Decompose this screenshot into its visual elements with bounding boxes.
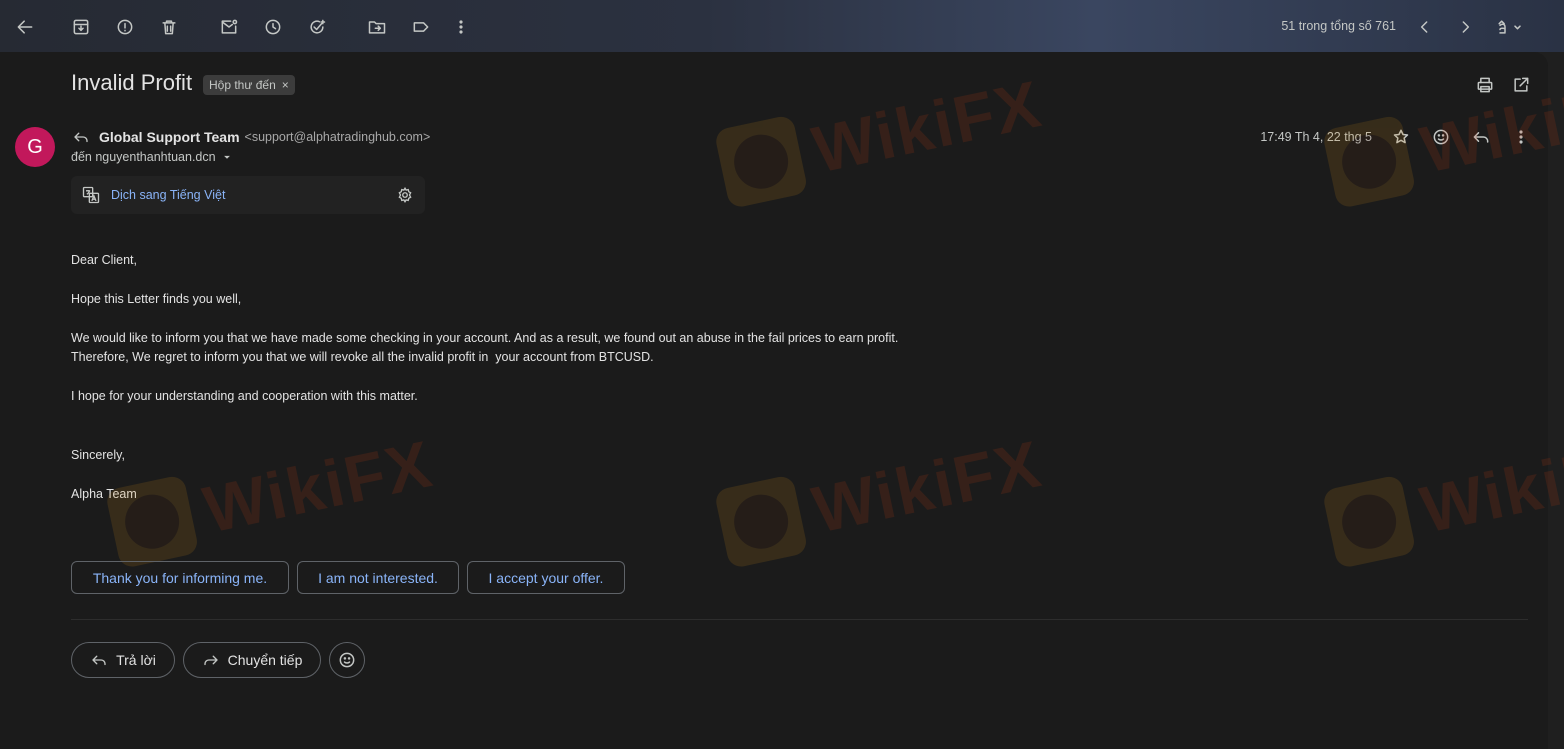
pager-count: 51 trong tổng số 761: [1281, 19, 1396, 33]
reply-icon: [1473, 132, 1489, 143]
labels-button[interactable]: [407, 13, 435, 41]
report-spam-button[interactable]: [111, 13, 139, 41]
more-button[interactable]: [447, 13, 475, 41]
archive-icon: [73, 19, 89, 35]
chevron-left-icon: [1420, 21, 1428, 33]
snooze-button[interactable]: [259, 13, 287, 41]
translate-bar: Dịch sang Tiếng Việt: [71, 176, 425, 214]
add-reaction-button[interactable]: [1427, 123, 1455, 151]
delete-button[interactable]: [155, 13, 183, 41]
alert-icon: [117, 19, 133, 35]
arrow-left-icon: [17, 20, 33, 34]
divider: [71, 619, 1528, 620]
body-line-2b: Therefore, We regret to inform you that …: [71, 350, 654, 364]
star-button[interactable]: [1387, 123, 1415, 151]
smart-reply-thanks[interactable]: Thank you for informing me.: [71, 561, 289, 594]
recipient-row[interactable]: đến nguyenthanhtuan.dcn: [71, 150, 234, 164]
more-vert-icon: [1519, 130, 1523, 144]
open-in-new-icon: [1514, 77, 1529, 92]
message-more-button[interactable]: [1507, 123, 1535, 151]
label-icon: [413, 22, 429, 32]
add-task-button[interactable]: [303, 13, 331, 41]
reply-label: Trả lời: [116, 652, 156, 668]
smart-reply-not-interested[interactable]: I am not interested.: [297, 561, 459, 594]
trash-icon: [162, 20, 176, 35]
email-subject: Invalid Profit: [71, 70, 193, 95]
label-chip-text: Hộp thư đến: [209, 78, 276, 92]
folder-move-icon: [368, 21, 386, 34]
emoji-icon: [339, 652, 355, 668]
emoji-reaction-button[interactable]: [329, 642, 365, 678]
sender-avatar[interactable]: G: [15, 127, 55, 167]
move-to-button[interactable]: [363, 13, 391, 41]
forward-action-button[interactable]: Chuyển tiếp: [183, 642, 321, 678]
newer-button[interactable]: [1411, 13, 1439, 41]
inbox-label-chip[interactable]: Hộp thư đến ×: [203, 75, 295, 95]
star-icon: [1393, 129, 1409, 144]
body-line-3: I hope for your understanding and cooper…: [71, 389, 418, 403]
input-tools-button[interactable]: [1490, 13, 1530, 41]
forward-label: Chuyển tiếp: [227, 652, 303, 668]
body-greeting: Dear Client,: [71, 253, 137, 267]
open-new-window-button[interactable]: [1507, 71, 1535, 99]
mail-unread-icon: [221, 19, 238, 34]
mark-unread-button[interactable]: [215, 13, 243, 41]
reply-button[interactable]: [1467, 123, 1495, 151]
sender-name[interactable]: Global Support Team: [99, 129, 240, 145]
clock-icon: [265, 19, 281, 35]
remove-label-icon[interactable]: ×: [282, 78, 289, 92]
input-tools-icon: [1498, 20, 1521, 34]
back-button[interactable]: [11, 13, 39, 41]
caret-down-icon[interactable]: [220, 150, 234, 164]
body-line-1: Hope this Letter finds you well,: [71, 292, 242, 306]
gear-icon[interactable]: [396, 186, 414, 204]
scrollbar[interactable]: [1548, 52, 1564, 749]
chevron-right-icon: [1462, 21, 1470, 33]
more-vert-icon: [459, 20, 463, 34]
body-closing: Sincerely,: [71, 448, 125, 462]
translate-link[interactable]: Dịch sang Tiếng Việt: [111, 188, 225, 202]
forward-icon: [203, 655, 218, 666]
body-signature: Alpha Team: [71, 487, 137, 501]
print-button[interactable]: [1471, 71, 1499, 99]
email-date: 17:49 Th 4, 22 thg 5: [1260, 130, 1372, 144]
translate-icon: [82, 186, 100, 204]
print-icon: [1477, 77, 1493, 93]
smart-reply-accept[interactable]: I accept your offer.: [467, 561, 625, 594]
archive-button[interactable]: [67, 13, 95, 41]
emoji-icon: [1433, 129, 1449, 145]
recipient-text: đến nguyenthanhtuan.dcn: [71, 150, 216, 164]
older-button[interactable]: [1451, 13, 1479, 41]
body-line-2a: We would like to inform you that we have…: [71, 331, 899, 345]
reply-action-button[interactable]: Trả lời: [71, 642, 175, 678]
reply-icon: [92, 655, 106, 666]
task-add-icon: [310, 19, 326, 34]
sender-email: <support@alphatradinghub.com>: [244, 130, 431, 144]
sender-row: Global Support Team <support@alphatradin…: [71, 128, 430, 146]
